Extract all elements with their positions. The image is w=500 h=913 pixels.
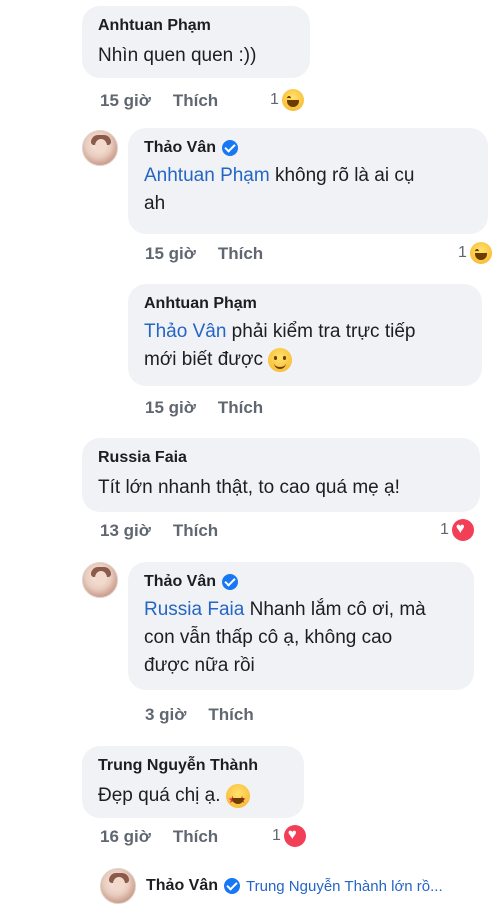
mention-link[interactable]: Anhtuan Phạm	[144, 165, 270, 186]
comment-time[interactable]: 15 giờ	[100, 91, 151, 111]
comment-actions: 16 giờ Thích	[100, 825, 218, 849]
comment-text: Anhtuan Phạm không rõ là ai cụ ah	[144, 162, 472, 218]
comment-text-line: mới biết được	[144, 349, 263, 370]
reaction-count: 1	[270, 91, 279, 108]
reaction-summary[interactable]: 1	[458, 241, 492, 265]
like-button[interactable]: Thích	[173, 91, 218, 111]
comment-author[interactable]: Anhtuan Phạm	[98, 16, 294, 36]
comment-author[interactable]: Thảo Vân	[144, 572, 458, 592]
avatar[interactable]	[82, 130, 118, 166]
haha-reaction-icon	[469, 242, 492, 264]
comment-time[interactable]: 15 giờ	[145, 398, 196, 418]
comment-author[interactable]: Thảo Vân	[144, 138, 472, 158]
comment-time[interactable]: 3 giờ	[145, 705, 186, 725]
like-button[interactable]: Thích	[218, 244, 263, 264]
like-button[interactable]: Thích	[218, 398, 263, 418]
comment-text-line: không rõ là ai cụ	[269, 165, 415, 186]
comment-bubble: Anhtuan Phạm Nhìn quen quen :))	[82, 6, 310, 78]
reaction-count: 1	[440, 521, 449, 538]
comment-text: Đẹp quá chị ạ.	[98, 782, 288, 815]
reply-preview: Trung Nguyễn Thành lớn rồ...	[246, 877, 443, 895]
collapsed-reply[interactable]: Thảo Vân Trung Nguyễn Thành lớn rồ...	[146, 874, 443, 898]
comment-author-name[interactable]: Thảo Vân	[144, 572, 216, 592]
comment-author-name[interactable]: Thảo Vân	[146, 877, 218, 895]
haha-reaction-icon	[281, 89, 304, 111]
verified-badge-icon	[222, 574, 239, 590]
reaction-summary[interactable]: 1	[440, 518, 474, 542]
comment-actions: 3 giờ Thích	[145, 703, 254, 727]
comment-text-line: ah	[144, 193, 166, 214]
mention-link[interactable]: Russia Faia	[144, 599, 244, 620]
comment-text: Russia Faia Nhanh lắm cô ơi, mà con vẫn …	[144, 596, 458, 680]
verified-badge-icon	[222, 140, 239, 156]
comment-author[interactable]: Russia Faia	[98, 448, 464, 468]
avatar[interactable]	[100, 868, 136, 904]
mention-link[interactable]: Thảo Vân	[144, 321, 226, 342]
comment-time[interactable]: 16 giờ	[100, 827, 151, 847]
star-struck-icon	[225, 783, 250, 815]
comment-time[interactable]: 15 giờ	[145, 244, 196, 264]
comment-text-line: Đẹp quá chị ạ.	[98, 785, 221, 806]
reaction-count: 1	[272, 827, 281, 844]
comment-bubble: Thảo Vân Anhtuan Phạm không rõ là ai cụ …	[128, 128, 488, 234]
like-button[interactable]: Thích	[173, 521, 218, 541]
comment-actions: 15 giờ Thích	[145, 242, 263, 266]
comment-text-line: phải kiểm tra trực tiếp	[226, 321, 416, 342]
comment-actions: 15 giờ Thích	[100, 89, 218, 113]
like-button[interactable]: Thích	[173, 827, 218, 847]
comment-actions: 13 giờ Thích	[100, 519, 218, 543]
reaction-summary[interactable]: 1	[272, 824, 306, 848]
comment-time[interactable]: 13 giờ	[100, 521, 151, 541]
verified-badge-icon	[224, 878, 241, 894]
comment-bubble: Thảo Vân Russia Faia Nhanh lắm cô ơi, mà…	[128, 562, 474, 690]
comment-text: Tít lớn nhanh thật, to cao quá mẹ ạ!	[98, 477, 400, 498]
comment-text: Nhìn quen quen :))	[98, 45, 257, 66]
comment-bubble: Trung Nguyễn Thành Đẹp quá chị ạ.	[82, 746, 304, 818]
reaction-count: 1	[458, 244, 467, 261]
comment-bubble: Anhtuan Phạm Thảo Vân phải kiểm tra trực…	[128, 284, 482, 386]
comment-bubble: Russia Faia Tít lớn nhanh thật, to cao q…	[82, 438, 480, 512]
smiling-face-icon	[268, 347, 293, 372]
love-reaction-icon	[283, 825, 306, 847]
comment-actions: 15 giờ Thích	[145, 396, 263, 420]
comment-author[interactable]: Trung Nguyễn Thành	[98, 756, 288, 776]
avatar[interactable]	[82, 562, 118, 598]
like-button[interactable]: Thích	[208, 705, 253, 725]
comment-text-line: Nhanh lắm cô ơi, mà	[244, 599, 426, 620]
love-reaction-icon	[451, 519, 474, 541]
comment-text: Thảo Vân phải kiểm tra trực tiếp mới biế…	[144, 318, 466, 374]
comment-author[interactable]: Anhtuan Phạm	[144, 294, 466, 314]
comment-text-line: được nữa rồi	[144, 655, 255, 676]
reaction-summary[interactable]: 1	[270, 88, 304, 112]
comment-author-name[interactable]: Thảo Vân	[144, 138, 216, 158]
comment-text-line: con vẫn thấp cô ạ, không cao	[144, 627, 393, 648]
